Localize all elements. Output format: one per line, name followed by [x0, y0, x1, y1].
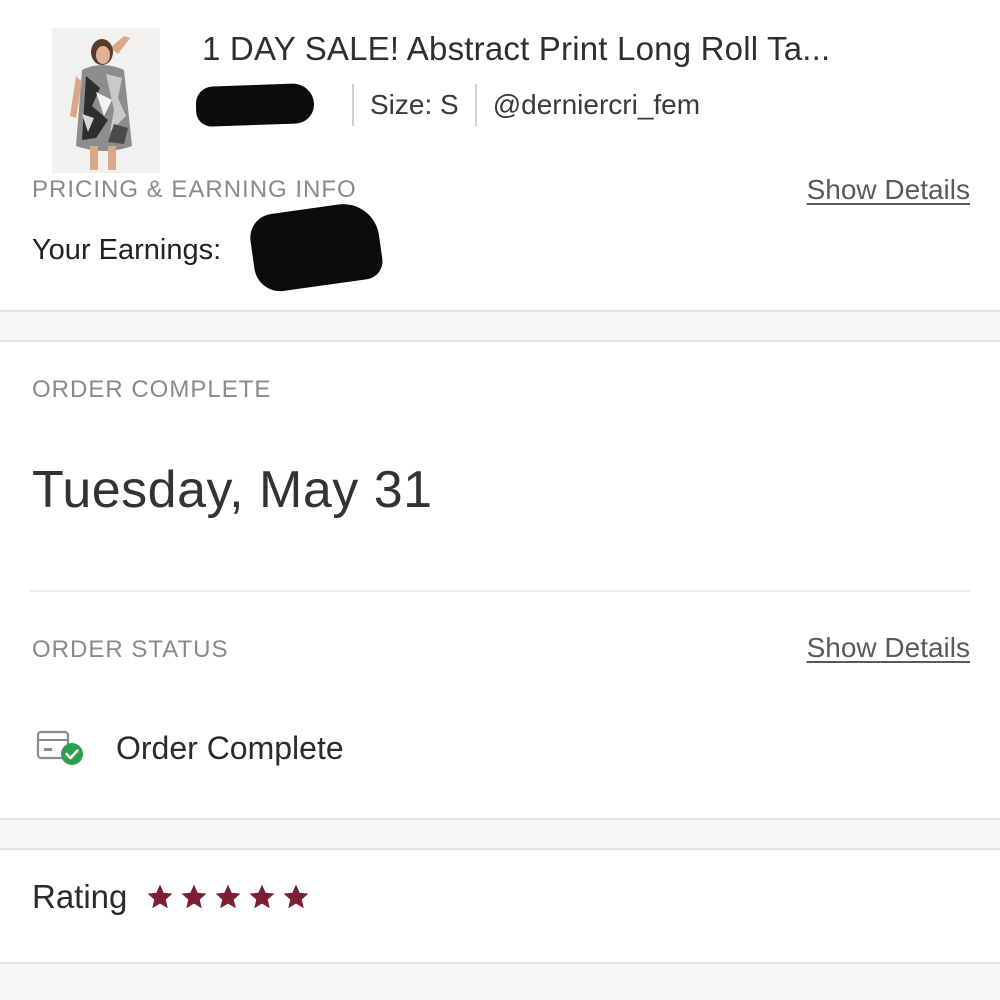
star-icon	[249, 884, 275, 909]
order-status-label: ORDER STATUS	[32, 636, 229, 663]
section-divider	[0, 818, 1000, 850]
divider-line	[30, 590, 970, 592]
order-status-row: Order Complete	[36, 726, 344, 770]
product-thumbnail[interactable]	[52, 28, 160, 173]
order-complete-date: Tuesday, May 31	[32, 461, 433, 519]
meta-divider	[352, 84, 354, 126]
price-redacted	[195, 82, 315, 128]
pricing-section: PRICING & EARNING INFO Show Details Your…	[0, 170, 1000, 310]
earnings-row: Your Earnings:	[32, 234, 221, 267]
listing-meta: Size: S @derniercri_fem	[195, 82, 700, 128]
listing-title[interactable]: 1 DAY SALE! Abstract Print Long Roll Ta.…	[202, 30, 830, 68]
star-icon	[215, 884, 241, 909]
rating-label: Rating	[32, 878, 128, 915]
seller-username[interactable]: @derniercri_fem	[493, 89, 700, 121]
earnings-redacted	[247, 199, 385, 295]
listing-header: 1 DAY SALE! Abstract Print Long Roll Ta.…	[0, 0, 1000, 175]
rating-row: Rating	[32, 878, 311, 916]
status-show-details-link[interactable]: Show Details	[807, 632, 970, 664]
order-complete-label: ORDER COMPLETE	[32, 376, 272, 403]
dress-photo-icon	[52, 28, 160, 173]
pricing-show-details-link[interactable]: Show Details	[807, 174, 970, 206]
order-status-text: Order Complete	[116, 729, 344, 766]
section-divider	[0, 962, 1000, 1000]
earnings-label: Your Earnings:	[32, 234, 222, 266]
section-divider	[0, 310, 1000, 342]
pricing-section-label: PRICING & EARNING INFO	[32, 176, 357, 203]
star-icon	[283, 884, 309, 909]
package-check-icon	[36, 726, 88, 770]
star-icon	[181, 884, 207, 909]
rating-stars	[145, 882, 311, 912]
meta-divider	[474, 84, 477, 126]
listing-size: Size: S	[370, 89, 459, 120]
star-icon	[147, 884, 173, 909]
